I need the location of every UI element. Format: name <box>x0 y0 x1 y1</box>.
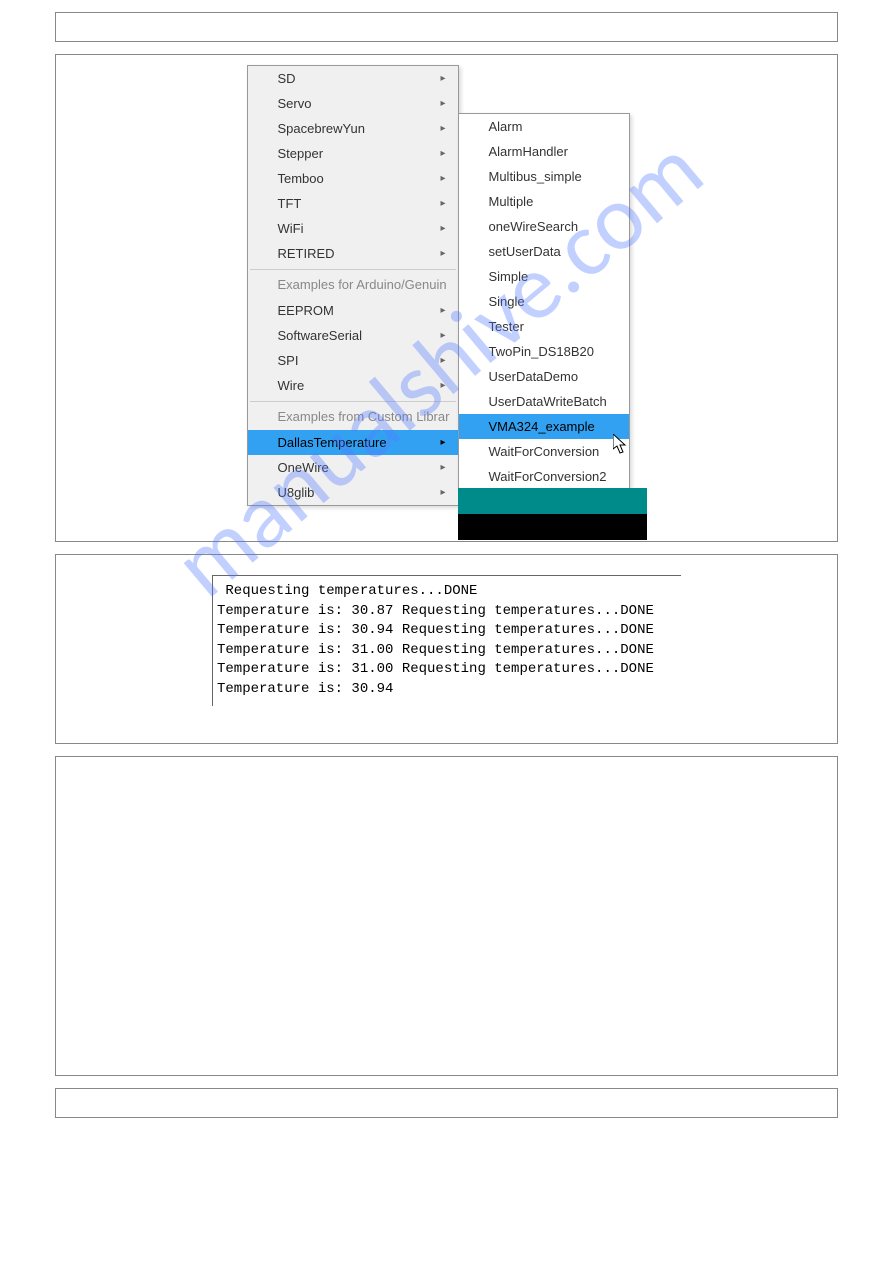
ide-status-bar-teal <box>458 488 647 514</box>
menu-item-label: Stepper <box>278 146 324 161</box>
chevron-right-icon: ▸ <box>440 148 445 159</box>
submenu-item-label: Multibus_simple <box>489 169 582 184</box>
menu-item-label: Temboo <box>278 171 324 186</box>
submenu-item-waitforconversion[interactable]: WaitForConversion <box>459 439 629 464</box>
chevron-right-icon: ▸ <box>440 305 445 316</box>
chevron-right-icon: ▸ <box>440 73 445 84</box>
submenu-item-twopin-ds18b20[interactable]: TwoPin_DS18B20 <box>459 339 629 364</box>
submenu-item-single[interactable]: Single <box>459 289 629 314</box>
submenu-item-label: UserDataDemo <box>489 369 579 384</box>
chevron-right-icon: ▸ <box>440 462 445 473</box>
chevron-right-icon: ▸ <box>440 487 445 498</box>
submenu-item-label: Single <box>489 294 525 309</box>
menu-item-label: Servo <box>278 96 312 111</box>
submenu-item-label: WaitForConversion2 <box>489 469 607 484</box>
submenu-item-label: VMA324_example <box>489 419 595 434</box>
submenu-item-vma324-example[interactable]: VMA324_example <box>459 414 629 439</box>
submenu-item-alarm[interactable]: Alarm <box>459 114 629 139</box>
menu-item-retired[interactable]: RETIRED ▸ <box>248 241 458 266</box>
menu-item-eeprom[interactable]: EEPROM ▸ <box>248 298 458 323</box>
dallas-temperature-submenu: Alarm AlarmHandler Multibus_simple Multiple… <box>458 113 630 490</box>
chevron-right-icon: ▸ <box>440 98 445 109</box>
menu-item-spi[interactable]: SPI ▸ <box>248 348 458 373</box>
submenu-item-multiple[interactable]: Multiple <box>459 189 629 214</box>
submenu-item-label: TwoPin_DS18B20 <box>489 344 595 359</box>
chevron-right-icon: ▸ <box>440 380 445 391</box>
submenu-item-tester[interactable]: Tester <box>459 314 629 339</box>
menu-section-header: Examples for Arduino/Genuin <box>248 273 458 298</box>
chevron-right-icon: ▸ <box>440 330 445 341</box>
chevron-right-icon: ▸ <box>440 437 445 448</box>
chevron-right-icon: ▸ <box>440 198 445 209</box>
submenu-item-userdatademo[interactable]: UserDataDemo <box>459 364 629 389</box>
menu-item-temboo[interactable]: Temboo ▸ <box>248 166 458 191</box>
ide-status-bar-black <box>458 514 647 540</box>
chevron-right-icon: ▸ <box>440 223 445 234</box>
submenu-item-setuserdata[interactable]: setUserData <box>459 239 629 264</box>
ide-menu-screenshot: SD▸Servo▸SpacebrewYun▸Stepper▸Temboo▸TFT… <box>55 54 838 542</box>
menu-item-spacebrewyun[interactable]: SpacebrewYun ▸ <box>248 116 458 141</box>
chevron-right-icon: ▸ <box>440 173 445 184</box>
serial-monitor-output: Requesting temperatures...DONE Temperatu… <box>212 575 681 706</box>
menu-item-tft[interactable]: TFT ▸ <box>248 191 458 216</box>
menu-section-header: Examples from Custom Librar <box>248 405 458 430</box>
submenu-item-label: Tester <box>489 319 524 334</box>
menu-item-stepper[interactable]: Stepper ▸ <box>248 141 458 166</box>
submenu-item-label: AlarmHandler <box>489 144 568 159</box>
examples-menu: SD▸Servo▸SpacebrewYun▸Stepper▸Temboo▸TFT… <box>247 65 459 506</box>
serial-monitor-panel: Requesting temperatures...DONE Temperatu… <box>55 554 838 744</box>
menu-item-label: DallasTemperature <box>278 435 387 450</box>
menu-item-label: SpacebrewYun <box>278 121 365 136</box>
submenu-item-userdatawritebatch[interactable]: UserDataWriteBatch <box>459 389 629 414</box>
submenu-item-label: Simple <box>489 269 529 284</box>
menu-separator <box>250 269 456 270</box>
menu-item-wifi[interactable]: WiFi ▸ <box>248 216 458 241</box>
menu-item-servo[interactable]: Servo ▸ <box>248 91 458 116</box>
menu-item-dallastemperature[interactable]: DallasTemperature ▸ <box>248 430 458 455</box>
footer-bar <box>55 1088 838 1118</box>
menu-item-label: SD <box>278 71 296 86</box>
submenu-item-label: Alarm <box>489 119 523 134</box>
chevron-right-icon: ▸ <box>440 248 445 259</box>
menu-item-label: OneWire <box>278 460 329 475</box>
menu-capture: SD▸Servo▸SpacebrewYun▸Stepper▸Temboo▸TFT… <box>247 65 647 535</box>
empty-panel <box>55 756 838 1076</box>
menu-item-onewire[interactable]: OneWire ▸ <box>248 455 458 480</box>
menu-separator <box>250 401 456 402</box>
chevron-right-icon: ▸ <box>440 355 445 366</box>
submenu-item-multibus-simple[interactable]: Multibus_simple <box>459 164 629 189</box>
submenu-item-alarmhandler[interactable]: AlarmHandler <box>459 139 629 164</box>
submenu-item-label: setUserData <box>489 244 561 259</box>
header-bar <box>55 12 838 42</box>
menu-item-label: U8glib <box>278 485 315 500</box>
menu-item-label: EEPROM <box>278 303 334 318</box>
submenu-item-onewiresearch[interactable]: oneWireSearch <box>459 214 629 239</box>
submenu-item-label: oneWireSearch <box>489 219 579 234</box>
submenu-item-label: WaitForConversion <box>489 444 600 459</box>
menu-item-label: SPI <box>278 353 299 368</box>
menu-item-label: SoftwareSerial <box>278 328 363 343</box>
submenu-item-label: UserDataWriteBatch <box>489 394 607 409</box>
chevron-right-icon: ▸ <box>440 123 445 134</box>
menu-item-label: RETIRED <box>278 246 335 261</box>
menu-item-u8glib[interactable]: U8glib ▸ <box>248 480 458 505</box>
menu-item-label: Wire <box>278 378 305 393</box>
menu-item-softwareserial[interactable]: SoftwareSerial ▸ <box>248 323 458 348</box>
submenu-item-simple[interactable]: Simple <box>459 264 629 289</box>
submenu-item-label: Multiple <box>489 194 534 209</box>
menu-item-sd[interactable]: SD ▸ <box>248 66 458 91</box>
submenu-item-waitforconversion2[interactable]: WaitForConversion2 <box>459 464 629 489</box>
menu-item-wire[interactable]: Wire ▸ <box>248 373 458 398</box>
ide-color-bars <box>458 488 647 540</box>
menu-item-label: WiFi <box>278 221 304 236</box>
menu-item-label: TFT <box>278 196 302 211</box>
